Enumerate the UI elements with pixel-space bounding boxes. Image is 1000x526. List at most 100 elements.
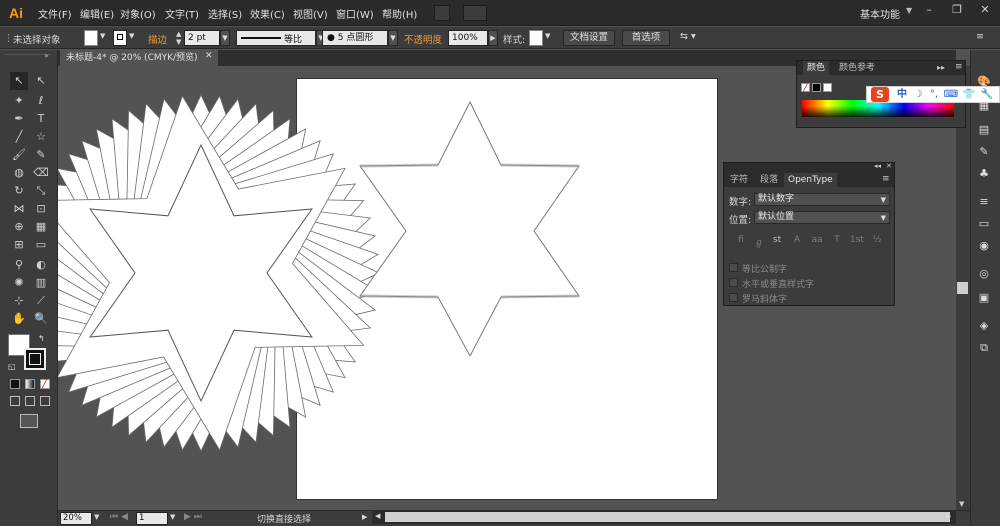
artboard-number-input[interactable]: 1 bbox=[136, 512, 168, 525]
menu-effect[interactable]: 效果(C) bbox=[250, 6, 285, 21]
artboard-tool-icon[interactable]: ⊹ bbox=[10, 292, 28, 310]
chevron-down-icon[interactable]: ▼ bbox=[170, 513, 175, 521]
close-icon[interactable]: ✕ bbox=[886, 162, 892, 170]
blend-tool-icon[interactable]: ◐ bbox=[32, 256, 50, 274]
tools-icon[interactable]: 🔧 bbox=[979, 88, 995, 102]
ordinals-icon[interactable]: 1st bbox=[850, 235, 864, 245]
chevron-down-icon[interactable]: ▼ bbox=[100, 32, 105, 40]
moon-icon[interactable]: ☽ bbox=[911, 88, 925, 102]
layers-icon[interactable]: ◈ bbox=[976, 318, 992, 334]
star-tool-icon[interactable]: ☆ bbox=[32, 128, 50, 146]
discretionary-ligatures-icon[interactable]: st bbox=[770, 235, 784, 245]
zoom-input[interactable]: 20% bbox=[60, 512, 92, 525]
screen-mode-icon[interactable] bbox=[20, 414, 38, 428]
document-tab[interactable]: 未标题-4* @ 20% (CMYK/预览) bbox=[60, 50, 218, 66]
stroke-icon[interactable]: ≡ bbox=[976, 194, 992, 210]
selection-tool-icon[interactable]: ↖ bbox=[10, 72, 28, 90]
workspace-switcher[interactable]: 基本功能 bbox=[860, 6, 900, 21]
swash-icon[interactable]: A bbox=[790, 235, 804, 245]
horizontal-vertical-kana-checkbox[interactable] bbox=[729, 278, 738, 287]
stepper-icon[interactable]: ▲ ▼ bbox=[176, 30, 181, 46]
gradient-mode-icon[interactable] bbox=[25, 379, 35, 389]
eyedropper-tool-icon[interactable]: ⚲ bbox=[10, 256, 28, 274]
tab-paragraph[interactable]: 段落 bbox=[756, 173, 782, 187]
roman-italics-checkbox[interactable] bbox=[729, 293, 738, 302]
white-swatch[interactable] bbox=[823, 83, 832, 92]
skin-icon[interactable]: 👕 bbox=[961, 88, 977, 102]
document-setup-button[interactable]: 文档设置 bbox=[563, 30, 615, 46]
rotate-tool-icon[interactable]: ↻ bbox=[10, 182, 28, 200]
horizontal-scroll-thumb[interactable] bbox=[385, 512, 950, 522]
graphic-styles-icon[interactable]: ▣ bbox=[976, 290, 992, 306]
fill-swatch[interactable] bbox=[84, 30, 98, 46]
tab-color-guide[interactable]: 颜色参考 bbox=[835, 61, 879, 75]
sogou-logo-icon[interactable]: S bbox=[871, 87, 889, 102]
free-transform-tool-icon[interactable]: ⊡ bbox=[32, 200, 50, 218]
symbol-sprayer-tool-icon[interactable]: ✺ bbox=[10, 274, 28, 292]
standard-ligatures-icon[interactable]: fi bbox=[734, 235, 748, 245]
stroke-profile-select[interactable]: 等比 bbox=[236, 30, 316, 46]
zoom-tool-icon[interactable]: 🔍 bbox=[32, 310, 50, 328]
menu-select[interactable]: 选择(S) bbox=[208, 6, 242, 21]
isolate-icon[interactable]: ⇆ ▾ bbox=[680, 31, 696, 42]
blob-brush-tool-icon[interactable]: ◍ bbox=[10, 164, 28, 182]
none-mode-icon[interactable]: ╱ bbox=[40, 379, 50, 389]
scroll-down-icon[interactable]: ▼ bbox=[959, 500, 964, 508]
type-tool-icon[interactable]: T bbox=[32, 110, 50, 128]
style-swatch[interactable] bbox=[529, 30, 543, 46]
chevron-down-icon[interactable]: ▼ bbox=[545, 32, 550, 40]
transparency-icon[interactable]: ◉ bbox=[976, 238, 992, 254]
chevron-down-icon[interactable]: ▼ bbox=[220, 30, 230, 46]
scroll-left-icon[interactable]: ◀ bbox=[375, 512, 380, 520]
swap-fill-stroke-icon[interactable]: ↰ bbox=[38, 334, 45, 343]
hand-tool-icon[interactable]: ✋ bbox=[10, 310, 28, 328]
draw-normal-icon[interactable] bbox=[10, 396, 20, 406]
appearance-icon[interactable]: ◎ bbox=[976, 266, 992, 282]
menu-window[interactable]: 窗口(W) bbox=[336, 6, 374, 21]
bridge-icon[interactable] bbox=[434, 5, 450, 21]
contextual-alternates-icon[interactable]: ℊ bbox=[752, 235, 766, 248]
menu-view[interactable]: 视图(V) bbox=[293, 6, 328, 21]
draw-inside-icon[interactable] bbox=[40, 396, 50, 406]
minimize-button[interactable]: – bbox=[916, 2, 942, 18]
chevron-down-icon[interactable]: ▼ bbox=[129, 32, 134, 40]
preferences-button[interactable]: 首选项 bbox=[622, 30, 670, 46]
default-fill-stroke-icon[interactable]: ◱ bbox=[8, 362, 16, 371]
keyboard-icon[interactable]: ⌨ bbox=[943, 88, 959, 102]
collapse-icon[interactable]: ◂◂ bbox=[874, 162, 881, 170]
ime-mode[interactable]: 中 bbox=[895, 88, 909, 102]
first-artboard-icon[interactable]: ⏮ ◀ bbox=[110, 512, 128, 522]
titling-alternates-icon[interactable]: T bbox=[830, 235, 844, 245]
tab-opentype[interactable]: OpenType bbox=[784, 173, 837, 187]
menu-edit[interactable]: 编辑(E) bbox=[80, 6, 114, 21]
radial-star-burst[interactable] bbox=[58, 94, 380, 452]
stylistic-alternates-icon[interactable]: aa bbox=[810, 235, 824, 245]
panel-menu-icon[interactable]: ≡ bbox=[976, 31, 984, 42]
punctuation-icon[interactable]: °, bbox=[927, 88, 941, 102]
position-select[interactable]: 默认位置 ▼ bbox=[754, 211, 890, 224]
line-tool-icon[interactable]: ╱ bbox=[10, 128, 28, 146]
gradient-tool-icon[interactable]: ▭ bbox=[32, 236, 50, 254]
opacity-input[interactable]: 100% bbox=[448, 30, 488, 46]
collapse-icon[interactable]: ▸▸ bbox=[937, 63, 945, 72]
tab-character[interactable]: 字符 bbox=[726, 173, 752, 187]
chevron-down-icon[interactable]: ▼ bbox=[906, 6, 912, 15]
chevron-down-icon[interactable]: ▼ bbox=[388, 30, 398, 46]
chevron-down-icon[interactable]: ▼ bbox=[94, 513, 99, 521]
proportional-metrics-checkbox[interactable] bbox=[729, 263, 738, 272]
last-artboard-icon[interactable]: ▶ ⏭ bbox=[184, 512, 202, 522]
panel-menu-icon[interactable]: ≡ bbox=[955, 62, 963, 72]
panel-menu-icon[interactable]: ≡ bbox=[882, 174, 890, 184]
scroll-right-icon[interactable]: ▶ bbox=[946, 512, 951, 520]
artboards-icon[interactable]: ⧉ bbox=[976, 340, 992, 356]
vertical-scroll-thumb[interactable] bbox=[957, 282, 968, 294]
magic-wand-tool-icon[interactable]: ✦ bbox=[10, 92, 28, 110]
column-graph-tool-icon[interactable]: ▥ bbox=[32, 274, 50, 292]
brush-select[interactable]: ● 5 点圆形 bbox=[322, 30, 388, 46]
lasso-tool-icon[interactable]: ℓ bbox=[32, 92, 50, 110]
close-button[interactable]: ✕ bbox=[972, 2, 998, 18]
pencil-tool-icon[interactable]: ✎ bbox=[32, 146, 50, 164]
menu-type[interactable]: 文字(T) bbox=[165, 6, 199, 21]
arrange-documents-icon[interactable] bbox=[463, 5, 487, 21]
menu-file[interactable]: 文件(F) bbox=[38, 6, 72, 21]
